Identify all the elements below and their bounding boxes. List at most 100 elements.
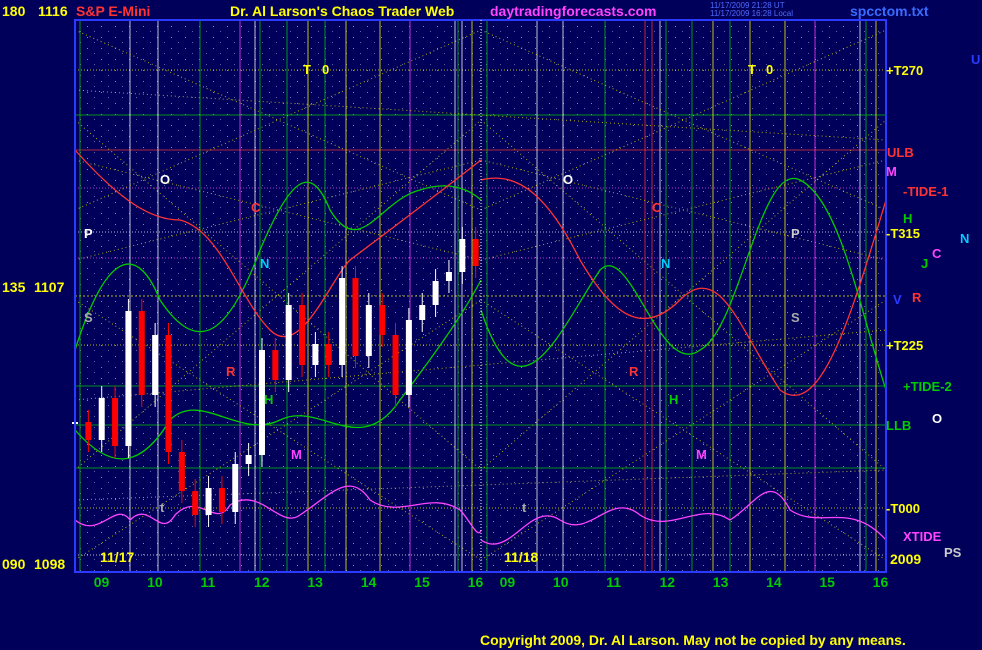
hour-tick-left: 09 (93, 574, 110, 590)
marker-left: S (84, 310, 93, 325)
marker-right: O (563, 172, 574, 187)
marker-right: P (791, 226, 800, 241)
y-top-label: 180 (2, 3, 26, 19)
year-label: 2009 (890, 551, 922, 567)
price-bar (112, 398, 119, 446)
file-name: spcctom.txt (850, 3, 929, 19)
marker-right: N (661, 256, 671, 271)
price-bar (152, 335, 159, 395)
right-label-o: O (932, 411, 943, 426)
marker-right: t (522, 500, 527, 515)
y-bottom-label: 090 (2, 556, 26, 572)
right-label--tide-1: -TIDE-1 (903, 184, 949, 199)
right-label-ps: PS (944, 545, 962, 560)
site-title: Dr. Al Larson's Chaos Trader Web (230, 3, 455, 19)
copyright-notice: Copyright 2009, Dr. Al Larson. May not b… (480, 632, 906, 648)
marker-right: C (652, 200, 662, 215)
right-label-j: J (921, 256, 929, 271)
price-bar (432, 281, 439, 305)
price-bar (472, 239, 479, 266)
marker-left: M (291, 447, 302, 462)
right-label--tide-2: +TIDE-2 (903, 379, 952, 394)
marker-left: C (251, 200, 261, 215)
right-label-xtide: XTIDE (903, 529, 942, 544)
price-bar (138, 311, 145, 395)
hour-tick-right: 09 (499, 574, 516, 590)
right-label-h: H (903, 211, 913, 226)
right-label-ulb: ULB (887, 145, 914, 160)
marker-left: P (84, 226, 93, 241)
right-label--t225: +T225 (886, 338, 924, 353)
price-bar (392, 335, 399, 395)
marker-left: 0 (322, 62, 330, 77)
price-bar (312, 344, 319, 365)
marker-left: O (160, 172, 171, 187)
date-left: 11/17 (100, 549, 135, 565)
marker-left: T (303, 62, 311, 77)
marker-left: R (226, 364, 236, 379)
right-label--t000: -T000 (886, 501, 920, 516)
hour-tick-left: 12 (253, 574, 270, 590)
marker-right: T (748, 62, 756, 77)
right-label-r: R (912, 290, 922, 305)
price-bar (445, 272, 452, 281)
marker-right: S (791, 310, 800, 325)
date-right: 11/18 (504, 549, 539, 565)
hour-tick-right: 10 (552, 574, 569, 590)
price-bar (419, 305, 426, 320)
right-label--t315: -T315 (886, 226, 920, 241)
right-label-c: C (932, 246, 942, 261)
price-bar (339, 278, 346, 365)
right-label-n: N (960, 231, 970, 246)
site-url: daytradingforecasts.com (490, 3, 657, 19)
chart-svg (72, 19, 887, 573)
price-bar (365, 305, 372, 356)
price-bar (205, 488, 212, 515)
hour-tick-right: 15 (819, 574, 835, 590)
hour-tick-left: 11 (200, 574, 216, 590)
y-mid-price: 1107 (34, 279, 65, 295)
price-bar (325, 344, 332, 365)
marker-left: t (160, 500, 165, 515)
hour-tick-right: 16 (872, 574, 889, 590)
y-mid-label: 135 (2, 279, 26, 295)
right-label-llb: LLB (886, 418, 912, 433)
right-label-v: V (893, 292, 902, 307)
price-bar (165, 335, 172, 452)
price-bar (299, 305, 306, 365)
price-bar (125, 311, 132, 446)
y-bottom-price: 1098 (34, 556, 66, 572)
timestamp-local: 11/17/2009 16:28 Local (710, 9, 794, 18)
price-bar (192, 491, 199, 515)
right-label-u: U (971, 52, 981, 67)
hour-tick-right: 13 (712, 574, 729, 590)
price-bar (218, 488, 225, 512)
marker-right: H (669, 392, 679, 407)
marker-right: 0 (766, 62, 774, 77)
hour-tick-left: 15 (414, 574, 430, 590)
hour-tick-left: 14 (360, 574, 377, 590)
y-top-price: 1116 (38, 3, 68, 19)
marker-left: N (260, 256, 270, 271)
price-bar (178, 452, 185, 491)
hour-tick-left: 16 (467, 574, 484, 590)
price-bar (232, 464, 239, 512)
right-label--t270: +T270 (886, 63, 924, 78)
marker-left: H (264, 392, 274, 407)
marker-right: M (696, 447, 707, 462)
price-bar (379, 305, 386, 335)
price-bar (285, 305, 292, 380)
hour-tick-right: 14 (766, 574, 782, 590)
marker-right: R (629, 364, 639, 379)
price-bar (85, 422, 92, 440)
price-bar (405, 320, 412, 395)
hour-tick-right: 11 (606, 574, 622, 590)
price-bar (245, 455, 252, 464)
symbol-title: S&P E-Mini (76, 3, 151, 19)
price-bar (459, 239, 466, 272)
right-label-m: M (886, 164, 897, 179)
price-bar (352, 278, 359, 356)
hour-tick-right: 12 (659, 574, 676, 590)
hour-tick-left: 10 (147, 574, 163, 590)
price-bar (272, 350, 279, 380)
